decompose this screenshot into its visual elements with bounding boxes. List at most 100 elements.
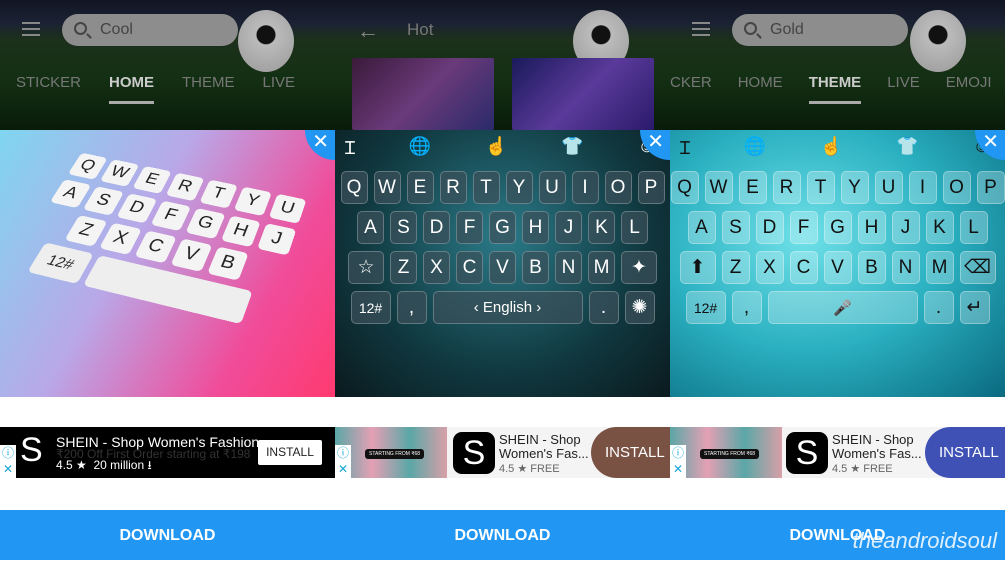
key: R [165,172,205,202]
tab-live[interactable]: LIVE [887,74,920,104]
theme-thumbnail[interactable] [512,58,654,130]
key: Z [390,251,417,284]
key: B [857,251,886,284]
ad-info-icon[interactable]: ⓘ ✕ [335,445,351,478]
install-button[interactable]: INSTALL [925,427,1005,478]
key: M [588,251,615,284]
key: F [456,211,483,244]
comma-key: , [731,291,762,324]
keyboard-preview[interactable]: ✕ Ɪ🌐☝👕☺ QWERTYUIOPASDFGHJKL☆ZXCVBNM✦ 12#… [335,130,670,397]
key: V [169,238,212,272]
keyboard-preview[interactable]: ✕ Ɪ🌐☝👕☺ QWERTYUIOPASDFGHJKL⬆ZXCVBNM⌫ 12#… [670,130,1005,397]
tab-home[interactable]: HOME [738,74,783,104]
key: Y [505,171,533,204]
menu-icon[interactable] [22,22,40,36]
key: N [555,251,582,284]
shein-logo: S [20,431,43,469]
ad-title: SHEIN - Shop Women's Fas... [499,432,589,461]
cursor-icon: Ɪ [345,138,356,158]
key: X [98,222,142,255]
action-key: ✺ [624,291,655,324]
theme-thumbnail[interactable] [352,58,494,130]
cursor-icon: Ɪ [680,138,691,158]
key: G [184,207,226,240]
tab-live[interactable]: LIVE [263,74,296,104]
key: L [621,211,648,244]
tab-theme[interactable]: THEME [182,74,235,104]
ad-banner[interactable]: STARTING FROM ₹68 ⓘ ✕ S SHEIN - Shop Wome… [335,427,670,478]
key: J [555,211,582,244]
key: G [823,211,852,244]
key: Z [63,214,108,247]
key: ⌫ [959,251,996,284]
download-button[interactable]: DOWNLOAD [0,510,335,560]
key: D [755,211,784,244]
key: X [423,251,450,284]
key: ✦ [621,251,657,284]
header: Gold CKER HOME THEME LIVE EMOJI [670,0,1005,130]
key: D [423,211,450,244]
search-input[interactable]: Cool [62,14,238,46]
key: O [942,171,971,204]
numbers-key: 12# [350,291,391,324]
gesture-icon: ☝ [820,136,843,156]
download-icon: ⭳ [147,458,152,472]
key: P [976,171,1005,204]
download-button[interactable]: DOWNLOAD [335,510,670,560]
space-key: 🎤 [767,291,918,324]
key: V [489,251,516,284]
key: K [588,211,615,244]
key: C [456,251,483,284]
ad-info-icon[interactable]: ⓘ ✕ [0,445,16,478]
globe-icon: 🌐 [743,136,767,156]
search-input[interactable]: Gold [732,14,908,46]
shein-logo: S [786,432,828,474]
key: M [925,251,954,284]
key: ☆ [348,251,384,284]
tab-theme[interactable]: THEME [808,74,862,104]
ad-banner[interactable]: ⓘ ✕ S SHEIN - Shop Women's Fashion ₹200 O… [0,427,335,478]
key: Q [67,152,108,180]
key: X [755,251,784,284]
ad-stats: 4.5 ★ 20 million ⭳ [56,458,152,472]
install-button[interactable]: INSTALL [591,427,670,478]
key: R [772,171,801,204]
install-button[interactable]: INSTALL [258,440,322,465]
key: E [738,171,767,204]
numbers-key: 12# [26,242,94,284]
theme-icon: 👕 [896,136,919,156]
ad-banner[interactable]: STARTING FROM ₹68 ⓘ ✕ S SHEIN - Shop Wome… [670,427,1005,478]
key: W [704,171,733,204]
key: U [268,193,306,224]
key: Q [670,171,699,204]
key: B [206,246,249,281]
menu-icon[interactable] [692,22,710,36]
back-arrow-icon[interactable]: ← [357,18,379,44]
key: E [406,171,434,204]
keyboard-preview[interactable]: ✕ QWERTYUASDFGHJZXCVB 12# [0,130,335,397]
ad-promo-image: STARTING FROM ₹68 [335,427,447,478]
key: I [908,171,937,204]
key: Q [340,171,368,204]
key: S [82,186,124,216]
tab-sticker[interactable]: CKER [670,74,712,104]
key: H [522,211,549,244]
period-key: . [923,291,954,324]
star-icon: ★ [76,458,87,472]
key: A [687,211,716,244]
tab-sticker[interactable]: STICKER [16,74,81,104]
tab-emoji[interactable]: EMOJI [946,74,992,104]
panel-hot: ← Hot ✕ Ɪ🌐☝👕☺ QWERTYUIOPASDFGHJKL☆ZXCVBN… [335,0,670,510]
tab-home[interactable]: HOME [109,74,155,104]
key: F [789,211,818,244]
key: V [823,251,852,284]
soccer-ball-icon [238,10,294,72]
shein-logo: S [453,432,495,474]
panel-gold: Gold CKER HOME THEME LIVE EMOJI ✕ Ɪ🌐☝👕☺ … [670,0,1005,510]
key: T [806,171,835,204]
key: Y [233,186,272,217]
page-title: Hot [407,20,434,39]
ad-info-icon[interactable]: ⓘ ✕ [670,445,686,478]
key: S [390,211,417,244]
close-icon[interactable]: ✕ [305,130,335,160]
